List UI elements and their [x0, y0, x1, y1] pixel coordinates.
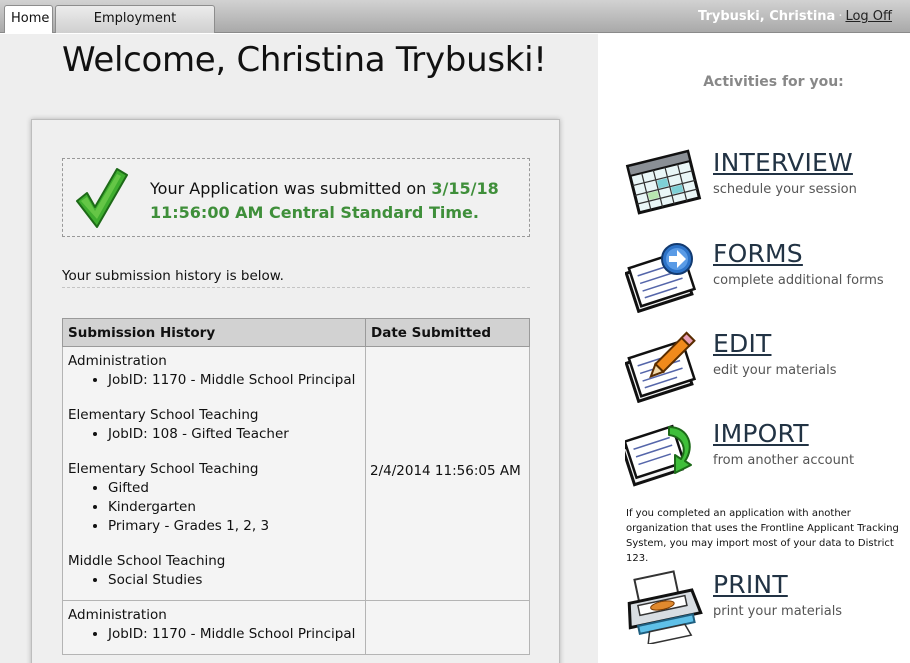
calendar-icon [625, 149, 702, 215]
table-row: Administration JobID: 1170 - Middle Scho… [62, 600, 530, 655]
activity-import[interactable]: IMPORT from another account [625, 417, 910, 497]
notice-text: Your Application was submitted on 3/15/1… [150, 177, 499, 225]
user-name: Trybuski, Christina [698, 9, 836, 24]
application-panel: Your Application was submitted on 3/15/1… [31, 119, 560, 663]
group-title: Administration [68, 353, 167, 369]
tab-employment-application[interactable]: Employment Application [55, 5, 215, 52]
activity-label[interactable]: IMPORT [713, 419, 809, 448]
edit-pencil-icon [625, 331, 697, 403]
list-item: JobID: 1170 - Middle School Principal [108, 625, 360, 644]
checkmark-icon [76, 168, 128, 228]
history-intro: Your submission history is below. [62, 268, 530, 288]
column-header-date-submitted: Date Submitted [365, 318, 530, 347]
user-area: Trybuski, Christina · Log Off [698, 9, 892, 24]
printer-icon [627, 570, 703, 644]
submission-notice: Your Application was submitted on 3/15/1… [62, 158, 530, 237]
activity-label[interactable]: EDIT [713, 329, 772, 358]
separator: · [838, 9, 843, 24]
list-item: JobID: 1170 - Middle School Principal [108, 371, 360, 390]
submission-cell: Administration JobID: 1170 - Middle Scho… [62, 346, 366, 601]
activity-forms[interactable]: FORMS complete additional forms [625, 237, 910, 317]
tab-home[interactable]: Home [4, 5, 53, 33]
page-title: Welcome, Christina Trybuski! [62, 40, 547, 80]
group-title: Administration [68, 607, 167, 623]
submission-time: 11:56:00 AM Central Standard Time. [150, 203, 479, 222]
activity-description: complete additional forms [713, 273, 884, 288]
activities-sidebar: Activities for you: INTERVIEW schedule y… [599, 34, 910, 663]
submission-history-table: Submission History Date Submitted Admini… [62, 318, 530, 655]
date-submitted-cell [365, 600, 530, 655]
activity-description: schedule your session [713, 182, 857, 197]
activity-label[interactable]: INTERVIEW [713, 148, 853, 177]
forms-icon [625, 243, 697, 313]
activity-description: from another account [713, 453, 855, 468]
list-item: Gifted [108, 479, 360, 498]
top-bar: Home Employment Application Trybuski, Ch… [0, 0, 910, 52]
submission-group: Elementary School Teaching JobID: 108 - … [68, 406, 360, 444]
group-title: Elementary School Teaching [68, 461, 259, 477]
activity-label[interactable]: FORMS [713, 239, 803, 268]
submission-date: 3/15/18 [431, 179, 499, 198]
activity-description: print your materials [713, 604, 843, 619]
submission-group: Middle School Teaching Social Studies [68, 552, 360, 590]
import-icon [625, 424, 692, 487]
submission-cell: Administration JobID: 1170 - Middle Scho… [62, 600, 366, 655]
logout-link[interactable]: Log Off [845, 9, 892, 24]
import-note: If you completed an application with ano… [626, 508, 899, 564]
activity-description: edit your materials [713, 363, 837, 378]
table-row: Administration JobID: 1170 - Middle Scho… [62, 346, 530, 601]
main-content: Welcome, Christina Trybuski! Your Applic… [0, 34, 598, 663]
notice-prefix: Your Application was submitted on [150, 179, 432, 198]
activity-edit[interactable]: EDIT edit your materials [625, 327, 910, 407]
table-header-row: Submission History Date Submitted [62, 318, 530, 347]
submission-group: Administration JobID: 1170 - Middle Scho… [68, 606, 360, 644]
list-item: Primary - Grades 1, 2, 3 [108, 517, 360, 536]
submission-group: Administration JobID: 1170 - Middle Scho… [68, 352, 360, 390]
column-header-submission-history: Submission History [62, 318, 366, 347]
list-item: Social Studies [108, 571, 360, 590]
list-item: Kindergarten [108, 498, 360, 517]
submission-group: Elementary School Teaching Gifted Kinder… [68, 460, 360, 536]
activity-label[interactable]: PRINT [713, 570, 788, 599]
list-item: JobID: 108 - Gifted Teacher [108, 425, 360, 444]
group-title: Elementary School Teaching [68, 407, 259, 423]
activity-print[interactable]: PRINT print your materials [625, 568, 910, 648]
activity-interview[interactable]: INTERVIEW schedule your session [625, 146, 910, 226]
group-title: Middle School Teaching [68, 553, 226, 569]
activities-title: Activities for you: [703, 74, 844, 90]
date-submitted-cell: 2/4/2014 11:56:05 AM [365, 346, 530, 601]
